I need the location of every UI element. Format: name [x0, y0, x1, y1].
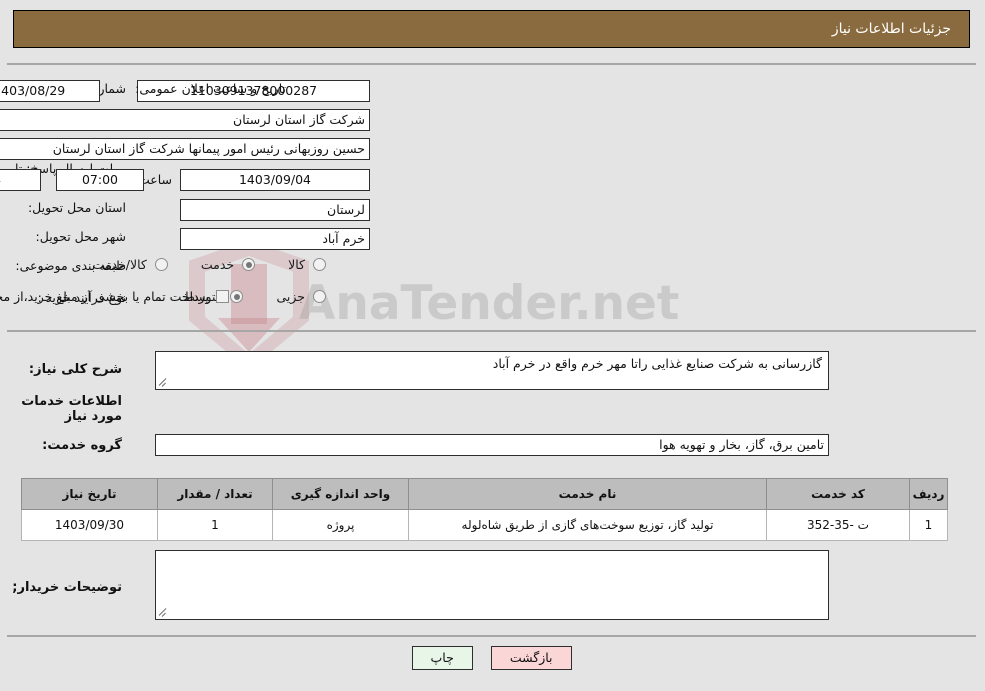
services-section-title: اطلاعات خدمات مورد نیاز — [22, 394, 123, 424]
general-need-value: گازرسانی به شرکت صنایع غذایی راتا مهر خر… — [493, 356, 823, 371]
table-header-row: ردیف کد خدمت نام خدمت واحد اندازه گیری ت… — [22, 478, 949, 510]
col-need-date: تاریخ نیاز — [22, 478, 159, 510]
checkbox-icon[interactable] — [217, 290, 230, 303]
city-field[interactable]: خرم آباد — [181, 228, 371, 250]
cell-unit: پروژه — [273, 509, 410, 541]
page-root: AnaTender.net جزئیات اطلاعات نیاز شماره … — [0, 0, 985, 691]
radio-icon[interactable] — [231, 290, 245, 303]
deadline-date-field[interactable]: 1403/09/04 — [181, 169, 371, 191]
classification-option-kala-khedmat[interactable]: کالا/خدمت — [93, 257, 171, 272]
treasury-checkbox-wrap[interactable]: پرداخت تمام یا بخشی از مبلغ خرید،از محل … — [0, 289, 230, 304]
radio-icon[interactable] — [243, 258, 257, 271]
services-table: ردیف کد خدمت نام خدمت واحد اندازه گیری ت… — [22, 478, 949, 541]
buyer-notes-textarea[interactable] — [156, 550, 830, 620]
col-quantity: تعداد / مقدار — [158, 478, 274, 510]
city-label-wrap: شهر محل تحویل: — [37, 229, 127, 244]
cell-row-no: 1 — [910, 509, 949, 541]
province-field[interactable]: لرستان — [181, 199, 371, 221]
process-type-option-jozii[interactable]: جزیی — [277, 289, 330, 304]
general-need-textarea[interactable]: گازرسانی به شرکت صنایع غذایی راتا مهر خر… — [156, 351, 830, 390]
col-service-name: نام خدمت — [409, 478, 768, 510]
back-button[interactable]: بازگشت — [491, 646, 573, 670]
page-title: جزئیات اطلاعات نیاز — [832, 21, 952, 37]
requester-field[interactable]: حسین روزبهانی رئیس امور پیمانها شرکت گاز… — [0, 138, 371, 160]
col-service-code: کد خدمت — [767, 478, 911, 510]
action-button-bar: بازگشت چاپ — [0, 646, 985, 670]
city-label: شهر محل تحویل: — [36, 229, 127, 244]
cell-service-code: ت -35-352 — [767, 509, 911, 541]
cell-service-name: تولید گاز، توزیع سوخت‌های گازی از طریق ش… — [409, 509, 768, 541]
buyer-notes-label: توضیحات خریدار; — [13, 580, 123, 595]
buyer-org-field[interactable]: شرکت گاز استان لرستان — [0, 109, 371, 131]
announce-datetime-label-wrap: تاریخ و ساعت اعلان عمومی: — [136, 81, 287, 96]
cell-quantity: 1 — [158, 509, 274, 541]
hour-field[interactable]: 07:00 — [57, 169, 145, 191]
print-button[interactable]: چاپ — [412, 646, 474, 670]
classification-option-label: کالا/خدمت — [93, 257, 148, 272]
classification-radio-group: کالا خدمت کالا/خدمت — [63, 257, 330, 272]
classification-option-label: خدمت — [201, 257, 236, 272]
col-row-no: ردیف — [910, 478, 949, 510]
radio-icon[interactable] — [314, 258, 327, 271]
services-table-wrap: ردیف کد خدمت نام خدمت واحد اندازه گیری ت… — [22, 478, 949, 541]
resize-handle-icon[interactable] — [159, 608, 169, 618]
classification-option-khedmat[interactable]: خدمت — [202, 257, 259, 272]
province-label-wrap: استان محل تحویل: — [29, 200, 127, 215]
announce-datetime-field[interactable]: 1403/08/29 - 10:03 — [0, 80, 101, 102]
table-row: 1 ت -35-352 تولید گاز، توزیع سوخت‌های گا… — [22, 509, 949, 541]
general-need-label: شرح کلی نیاز: — [29, 362, 123, 377]
resize-handle-icon[interactable] — [159, 378, 169, 388]
col-unit: واحد اندازه گیری — [273, 478, 410, 510]
cell-need-date: 1403/09/30 — [22, 509, 159, 541]
service-group-label: گروه خدمت: — [43, 438, 123, 453]
classification-option-kala[interactable]: کالا — [289, 257, 330, 272]
page-title-bar: جزئیات اطلاعات نیاز — [14, 10, 971, 48]
announce-datetime-label: تاریخ و ساعت اعلان عمومی: — [136, 81, 287, 96]
process-type-option-label: جزیی — [277, 289, 306, 304]
radio-icon[interactable] — [314, 290, 327, 303]
treasury-checkbox-label: پرداخت تمام یا بخشی از مبلغ خرید،از محل … — [0, 289, 210, 304]
days-remaining-field[interactable]: 4 — [0, 169, 42, 191]
province-label: استان محل تحویل: — [28, 200, 127, 215]
radio-icon[interactable] — [155, 258, 169, 271]
classification-option-label: کالا — [289, 257, 306, 272]
service-group-field[interactable]: تامین برق، گاز، بخار و تهویه هوا — [156, 434, 830, 456]
